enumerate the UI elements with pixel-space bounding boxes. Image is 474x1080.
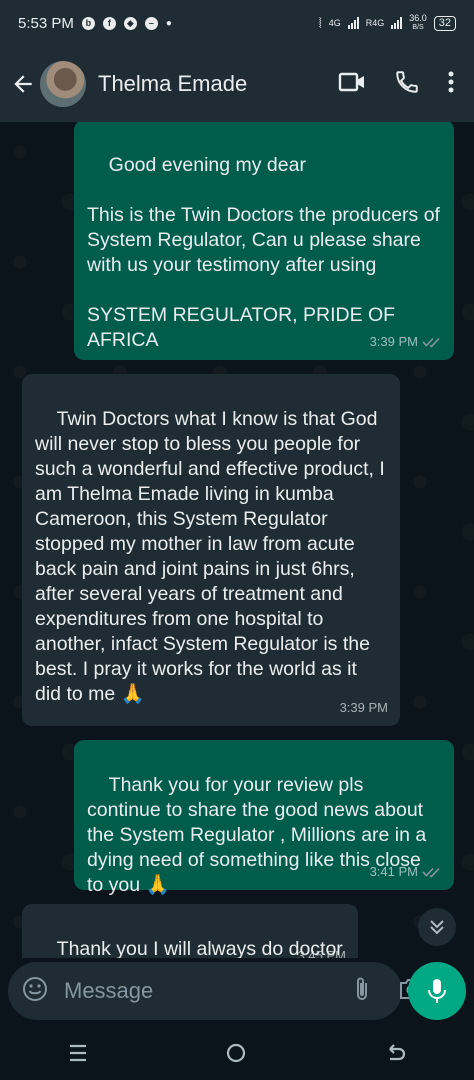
video-call-icon[interactable] — [338, 71, 366, 98]
home-icon[interactable] — [225, 1042, 247, 1069]
message-meta: 3:39 PM — [370, 329, 442, 354]
facebook-icon: f — [102, 16, 116, 30]
scroll-to-bottom-button[interactable] — [418, 908, 456, 946]
attachment-icon[interactable] — [354, 975, 370, 1008]
message-text: Good evening my dear This is the Twin Do… — [87, 154, 440, 351]
voice-call-icon[interactable] — [394, 69, 420, 100]
message-time: 3:45 PM — [297, 948, 346, 958]
message-meta: 3:41 PM — [370, 859, 442, 884]
data-speed-unit: B/S — [412, 24, 424, 31]
status-time: 5:53 PM — [18, 14, 74, 32]
status-bar: 5:53 PM b f ◆ – ● ⦚ 4G R4G 36.0 B/S 32 — [0, 0, 474, 46]
chat-header: Thelma Emade — [0, 46, 474, 122]
message-time: 3:39 PM — [369, 334, 418, 349]
message-bubble-incoming[interactable]: Twin Doctors what I know is that God wil… — [22, 374, 400, 726]
read-ticks-icon — [422, 867, 440, 878]
voice-record-button[interactable] — [408, 962, 466, 1020]
read-ticks-icon — [422, 337, 440, 348]
message-input[interactable] — [62, 977, 354, 1005]
system-navigation-bar — [0, 1030, 474, 1080]
chat-area[interactable]: Good evening my dear This is the Twin Do… — [0, 122, 474, 958]
message-bubble-outgoing[interactable]: Thank you for your review pls continue t… — [74, 740, 454, 896]
message-notification-icon: – — [144, 16, 158, 30]
message-meta: 3:45 PM — [298, 943, 346, 958]
network-label-2: R4G — [365, 18, 385, 28]
recent-apps-icon[interactable] — [68, 1044, 88, 1067]
message-composer — [8, 962, 424, 1020]
network-label-1: 4G — [328, 18, 341, 28]
message-bubble-incoming[interactable]: Thank you I will always do doctor 3:45 P… — [22, 904, 358, 958]
message-meta: 3:39 PM — [340, 695, 388, 720]
signal-icon-1 — [347, 17, 359, 29]
data-speed-value: 36.0 — [409, 13, 427, 23]
message-time: 3:39 PM — [339, 700, 388, 715]
app-notification-icon: ◆ — [123, 16, 137, 30]
contact-name[interactable]: Thelma Emade — [98, 71, 247, 97]
data-speed: 36.0 B/S — [409, 14, 427, 32]
double-chevron-down-icon — [430, 920, 444, 935]
back-arrow-icon[interactable] — [8, 69, 38, 99]
contact-avatar[interactable] — [40, 61, 86, 107]
back-nav-icon[interactable] — [384, 1043, 406, 1068]
notification-icon: b — [81, 16, 95, 30]
message-text: Twin Doctors what I know is that God wil… — [35, 408, 391, 705]
message-bubble-outgoing[interactable]: Good evening my dear This is the Twin Do… — [74, 122, 454, 360]
battery-indicator: 32 — [433, 15, 456, 31]
signal-icon-2 — [391, 17, 403, 29]
more-options-icon[interactable] — [448, 70, 454, 99]
more-notifications-dot-icon: ● — [165, 17, 172, 29]
vibrate-icon: ⦚ — [318, 14, 322, 31]
emoji-icon[interactable] — [22, 976, 48, 1007]
microphone-icon — [428, 979, 446, 1003]
message-time: 3:41 PM — [369, 864, 418, 879]
